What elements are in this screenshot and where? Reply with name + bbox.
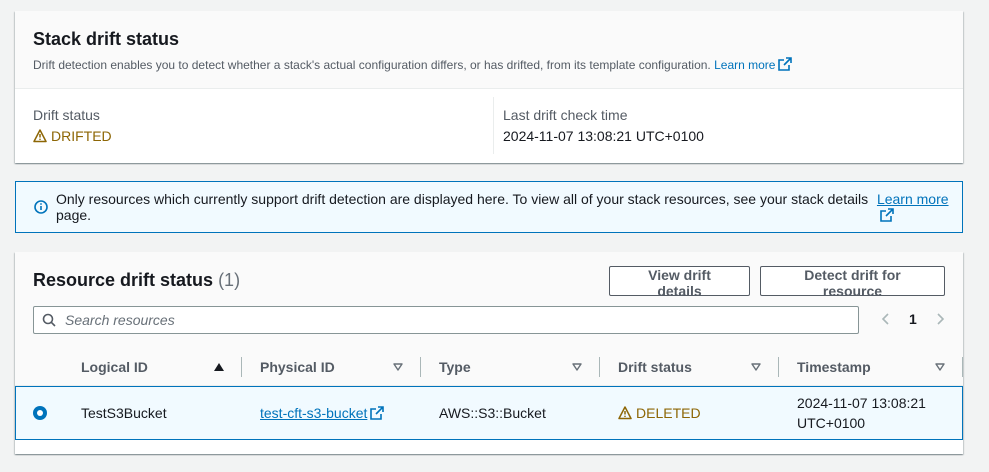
resource-panel-title: Resource drift status (1): [33, 270, 240, 291]
type-cell: AWS::S3::Bucket: [439, 404, 546, 421]
timestamp-date: 2024-11-07 13:08:21: [797, 394, 926, 411]
page-number[interactable]: 1: [909, 311, 917, 327]
physical-id-link[interactable]: test-cft-s3-bucket: [260, 405, 385, 421]
last-check-column: Last drift check time 2024-11-07 13:08:2…: [493, 97, 963, 154]
external-link-icon: [370, 405, 385, 420]
last-check-value: 2024-11-07 13:08:21 UTC+0100: [503, 128, 704, 144]
drift-status-label: Drift status: [33, 107, 100, 123]
drift-status-column: Drift status DRIFTED: [15, 89, 493, 162]
deleted-status: DELETED: [618, 405, 761, 421]
info-alert-text: Only resources which currently support d…: [56, 191, 869, 223]
resource-drift-status-panel: Resource drift status (1) View drift det…: [15, 252, 963, 454]
resource-panel-title-text: Resource drift status: [33, 270, 214, 290]
pagination: 1: [881, 311, 945, 327]
external-link-icon: [880, 208, 894, 222]
drift-status-header-label: Drift status: [618, 359, 692, 375]
type-header[interactable]: Type: [421, 349, 600, 386]
timestamp-cell: 2024-11-07 13:08:21 UTC+0100: [779, 386, 963, 440]
drift-status-cell: DELETED: [600, 386, 779, 440]
timestamp-header-label: Timestamp: [797, 359, 871, 375]
search-icon: [42, 313, 56, 327]
panel-title: Stack drift status: [33, 29, 180, 49]
info-alert: Only resources which currently support d…: [15, 181, 963, 233]
search-input[interactable]: [65, 312, 845, 328]
timestamp-zone: UTC+0100: [797, 414, 866, 431]
sort-icon[interactable]: [393, 363, 403, 371]
detect-drift-button[interactable]: Detect drift for resource: [760, 266, 945, 299]
view-drift-details-button[interactable]: View drift details: [609, 266, 750, 299]
warning-icon: [618, 406, 632, 419]
info-learn-more-link[interactable]: Learn more: [877, 191, 962, 223]
sort-icon[interactable]: [572, 363, 582, 371]
deleted-status-text: DELETED: [636, 404, 701, 421]
resource-table: Logical ID Physical ID Type Drift status: [15, 349, 963, 440]
resource-count: (1): [218, 270, 241, 290]
drift-status-header[interactable]: Drift status: [600, 349, 779, 386]
warning-icon: [33, 129, 47, 143]
info-icon: [34, 200, 48, 214]
table-row[interactable]: TestS3Bucket test-cft-s3-bucket AWS::S3:…: [15, 385, 963, 440]
row-select-cell[interactable]: [15, 386, 63, 440]
sort-icon[interactable]: [751, 363, 761, 371]
sort-icon[interactable]: [935, 363, 945, 371]
type-header-label: Type: [439, 359, 471, 375]
last-check-label: Last drift check time: [503, 107, 628, 123]
physical-id-header[interactable]: Physical ID: [242, 349, 421, 386]
table-header-row: Logical ID Physical ID Type Drift status: [15, 349, 963, 386]
learn-more-link[interactable]: Learn more: [714, 57, 793, 72]
previous-page-icon[interactable]: [881, 313, 891, 325]
panel-header: Stack drift status Drift detection enabl…: [15, 11, 963, 89]
row-radio-button[interactable]: [33, 405, 47, 420]
logical-id-header[interactable]: Logical ID: [63, 349, 242, 386]
external-link-icon: [778, 57, 793, 71]
timestamp-header[interactable]: Timestamp: [779, 349, 963, 386]
logical-id-header-label: Logical ID: [81, 359, 148, 375]
search-field[interactable]: [33, 306, 859, 334]
select-column-header: [15, 349, 63, 386]
next-page-icon[interactable]: [935, 313, 945, 325]
panel-description: Drift detection enables you to detect wh…: [33, 57, 945, 72]
description-text: Drift detection enables you to detect wh…: [33, 58, 711, 72]
stack-drift-status-panel: Stack drift status Drift detection enabl…: [15, 11, 963, 163]
logical-id-cell: TestS3Bucket: [81, 404, 167, 421]
physical-id-cell: test-cft-s3-bucket: [242, 386, 421, 440]
drift-status-text: DRIFTED: [51, 128, 112, 144]
physical-id-header-label: Physical ID: [260, 359, 335, 375]
drift-status-value: DRIFTED: [33, 128, 475, 144]
sort-ascending-icon[interactable]: [214, 363, 224, 371]
